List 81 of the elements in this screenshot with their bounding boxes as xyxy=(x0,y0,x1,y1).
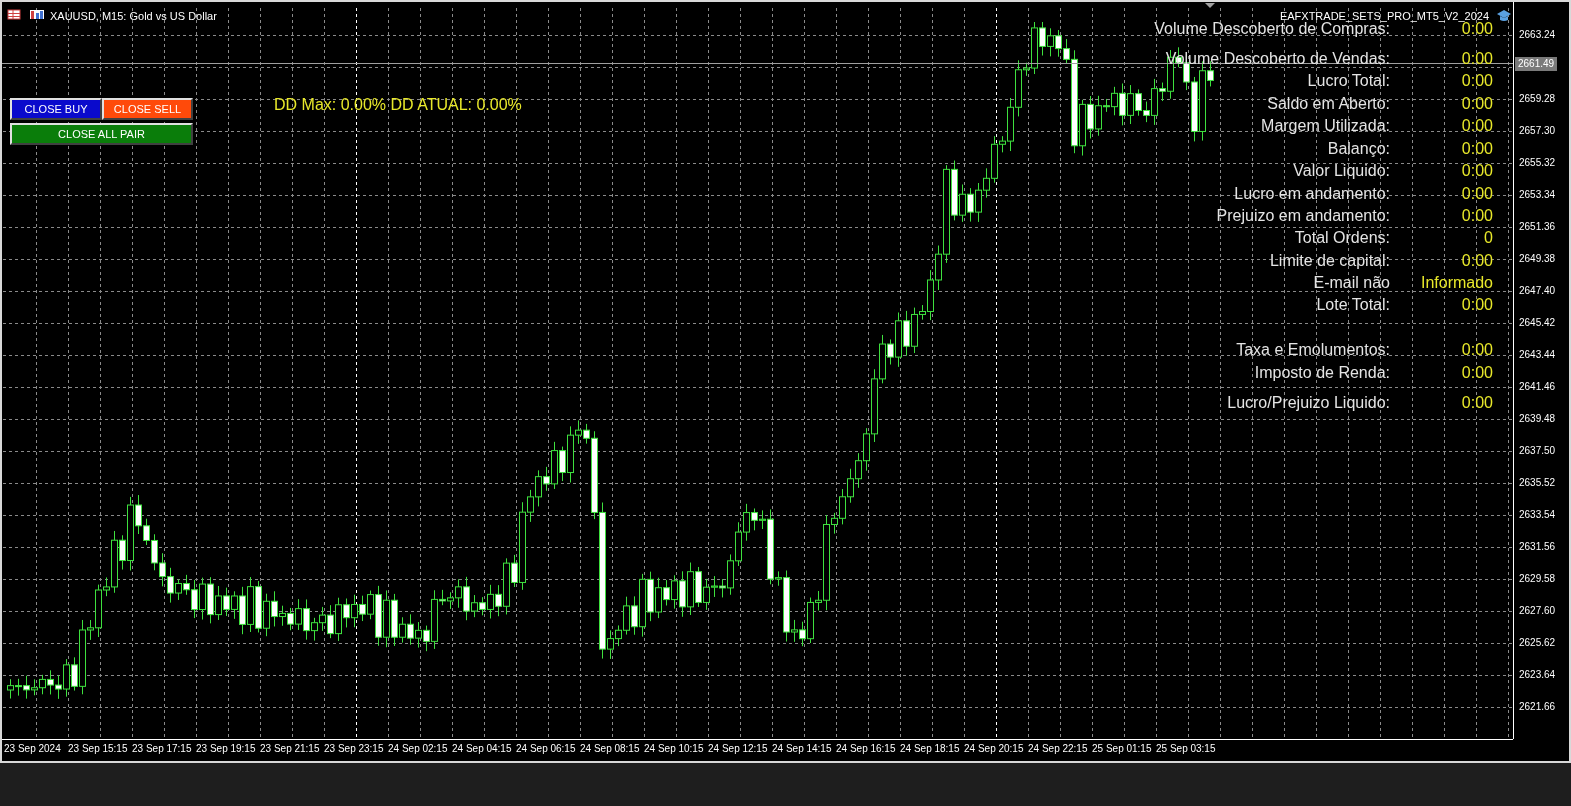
panel-label: E-mail não xyxy=(1313,273,1390,293)
price-label: 2629.58 xyxy=(1518,573,1556,585)
time-label: 24 Sep 22:15 xyxy=(1028,742,1088,756)
panel-label: Volume Descoberto de Compras: xyxy=(1154,20,1390,39)
time-label: 24 Sep 04:15 xyxy=(452,742,512,756)
panel-label: Taxa e Emolumentos: xyxy=(1236,340,1390,360)
time-label: 24 Sep 12:15 xyxy=(708,742,768,756)
time-label: 23 Sep 2024 xyxy=(4,742,61,756)
time-label: 24 Sep 02:15 xyxy=(388,742,448,756)
time-label: 23 Sep 23:15 xyxy=(324,742,384,756)
time-label: 25 Sep 01:15 xyxy=(1092,742,1152,756)
panel-label: Limite de capital: xyxy=(1269,251,1390,271)
time-label: 24 Sep 08:15 xyxy=(580,742,640,756)
panel-label: Saldo em Aberto: xyxy=(1267,94,1390,114)
time-label: 24 Sep 10:15 xyxy=(644,742,704,756)
bar-chart-icon[interactable] xyxy=(30,10,44,19)
graduation-cap-icon xyxy=(1497,10,1511,21)
price-label: 2627.60 xyxy=(1518,605,1556,617)
time-label: 24 Sep 14:15 xyxy=(772,742,832,756)
price-label: 2657.30 xyxy=(1518,125,1556,137)
time-label: 23 Sep 17:15 xyxy=(132,742,192,756)
price-label: 2625.62 xyxy=(1518,637,1556,649)
close-button[interactable]: CLOSE BUY xyxy=(10,98,102,120)
time-label: 24 Sep 06:15 xyxy=(516,742,576,756)
chart-shift-icon[interactable] xyxy=(1205,3,1215,8)
panel-value: 0:00 xyxy=(1461,251,1493,271)
time-label: 24 Sep 20:15 xyxy=(964,742,1024,756)
chart-title: XAUUSD, M15: Gold vs US Dollar xyxy=(50,9,217,23)
close-button[interactable]: CLOSE SELL xyxy=(102,98,193,120)
price-label: 2635.52 xyxy=(1518,477,1556,489)
panel-value: 0:00 xyxy=(1461,393,1493,413)
panel-label: Lote Total: xyxy=(1316,295,1390,315)
panel-value: 0 xyxy=(1484,228,1493,248)
time-label: 25 Sep 03:15 xyxy=(1156,742,1216,756)
time-label: 24 Sep 16:15 xyxy=(836,742,896,756)
time-label: 24 Sep 18:15 xyxy=(900,742,960,756)
panel-label: Margem Utilizada: xyxy=(1261,116,1390,136)
panel-value: 0:00 xyxy=(1461,295,1493,315)
panel-label: Total Ordens: xyxy=(1294,228,1390,248)
time-label: 23 Sep 21:15 xyxy=(260,742,320,756)
price-label: 2643.44 xyxy=(1518,349,1556,361)
panel-label: Lucro/Prejuizo Liquido: xyxy=(1227,393,1390,413)
current-price-label: 2661.49 xyxy=(1515,57,1558,71)
price-label: 2623.64 xyxy=(1518,669,1556,681)
panel-value: 0:00 xyxy=(1461,71,1493,91)
price-label: 2621.66 xyxy=(1518,701,1556,713)
panel-value: 0:00 xyxy=(1461,340,1493,360)
panel-value: 0:00 xyxy=(1461,116,1493,136)
panel-value: 0:00 xyxy=(1461,184,1493,204)
close-button[interactable]: CLOSE ALL PAIR xyxy=(10,123,193,145)
price-label: 2659.28 xyxy=(1518,93,1556,105)
panel-value: 0:00 xyxy=(1461,49,1493,69)
price-label: 2639.48 xyxy=(1518,413,1556,425)
panel-label: Prejuizo em andamento: xyxy=(1216,206,1390,226)
panel-value: 0:00 xyxy=(1461,94,1493,114)
panel-value: 0:00 xyxy=(1461,363,1493,383)
panel-label: Balanço: xyxy=(1327,139,1390,159)
table-icon[interactable] xyxy=(7,9,21,20)
price-label: 2637.50 xyxy=(1518,445,1556,457)
price-label: 2651.36 xyxy=(1518,221,1556,233)
drawdown-text: DD Max: 0.00% DD ATUAL: 0.00% xyxy=(274,95,522,115)
price-label: 2633.54 xyxy=(1518,509,1556,521)
expert-name: EAFXTRADE_SETS_PRO_MT5_V2_2024 xyxy=(1279,9,1489,23)
panel-label: Valor Liquido: xyxy=(1293,161,1390,181)
panel-value: Informado xyxy=(1420,273,1493,293)
time-label: 23 Sep 15:15 xyxy=(68,742,128,756)
price-label: 2655.32 xyxy=(1518,157,1556,169)
panel-value: 0:00 xyxy=(1461,161,1493,181)
panel-label: Lucro em andamento: xyxy=(1234,184,1390,204)
price-label: 2653.34 xyxy=(1518,189,1556,201)
price-label: 2631.56 xyxy=(1518,541,1556,553)
price-label: 2649.38 xyxy=(1518,253,1556,265)
price-label: 2641.46 xyxy=(1518,381,1556,393)
panel-value: 0:00 xyxy=(1461,206,1493,226)
time-label: 23 Sep 19:15 xyxy=(196,742,256,756)
panel-label: Lucro Total: xyxy=(1307,71,1390,91)
price-label: 2647.40 xyxy=(1518,285,1556,297)
price-label: 2645.42 xyxy=(1518,317,1556,329)
price-label: 2663.24 xyxy=(1518,29,1556,41)
panel-value: 0:00 xyxy=(1461,139,1493,159)
panel-label: Imposto de Renda: xyxy=(1254,363,1390,383)
